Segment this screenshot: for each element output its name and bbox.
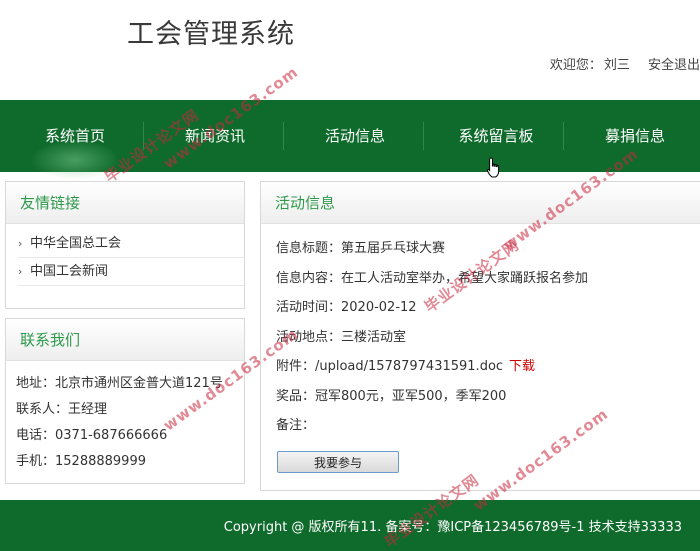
footer-copyright: Copyright @ 版权所有11. 备案号：豫ICP备123456789号-…: [223, 520, 682, 535]
download-link[interactable]: 下载: [509, 359, 535, 374]
activity-info-title: 信息标题：第五届乒乓球大赛: [276, 241, 446, 256]
welcome-label: 欢迎您：: [549, 58, 602, 73]
activity-panel-title: 活动信息: [261, 182, 700, 224]
activity-attachment-row: 附件：/upload/1578797431591.doc 下载: [276, 352, 700, 382]
nav-item-news[interactable]: 新闻资讯: [180, 100, 250, 172]
friendly-links-title: 友情链接: [6, 182, 244, 224]
contact-info: 地址：北京市通州区金普大道121号 联系人：王经理 电话：0371-687666…: [6, 361, 244, 475]
friendly-link-item[interactable]: › 中国工会新闻: [18, 258, 244, 286]
contact-person: 联系人：王经理: [16, 402, 108, 417]
activity-detail-panel: 活动信息 信息标题：第五届乒乓球大赛 信息内容：在工人活动室举办，希望大家踊跃报…: [260, 181, 700, 491]
nav-divider: [283, 122, 284, 150]
hand-cursor-icon: [486, 157, 500, 178]
contact-phone: 电话：0371-687666666: [16, 428, 168, 443]
user-bar: 欢迎您： 刘三 安全退出: [550, 54, 700, 73]
nav-item-donations[interactable]: 募捐信息: [600, 100, 670, 172]
nav-item-activities[interactable]: 活动信息: [320, 100, 390, 172]
activity-attachment: 附件：/upload/1578797431591.doc: [276, 359, 504, 374]
activity-remark: 备注：: [276, 418, 316, 433]
activity-prize: 奖品：冠军800元，亚军500，季军200: [276, 388, 507, 404]
chevron-right-icon: ›: [18, 265, 23, 278]
nav-divider: [143, 122, 144, 150]
friendly-links-panel: 友情链接 › 中华全国总工会 › 中国工会新闻: [5, 181, 245, 309]
logout-link[interactable]: 安全退出: [648, 58, 700, 73]
activity-location: 活动地点：三楼活动室: [276, 329, 407, 345]
friendly-link-item[interactable]: › 中华全国总工会: [18, 230, 244, 258]
contact-mobile: 手机：15288889999: [16, 454, 146, 469]
nav-divider: [423, 122, 424, 150]
contact-panel: 联系我们 地址：北京市通州区金普大道121号 联系人：王经理 电话：0371-6…: [5, 318, 245, 484]
site-title: 工会管理系统: [127, 19, 295, 50]
user-name[interactable]: 刘三: [604, 58, 630, 73]
contact-title: 联系我们: [6, 319, 244, 361]
activity-info-content: 信息内容：在工人活动室举办，希望大家踊跃报名参加: [276, 270, 589, 286]
footer: Copyright @ 版权所有11. 备案号：豫ICP备123456789号-…: [0, 500, 700, 551]
nav-item-home[interactable]: 系统首页: [40, 100, 110, 172]
activity-detail: 信息标题：第五届乒乓球大赛 信息内容：在工人活动室举办，希望大家踊跃报名参加 活…: [261, 224, 700, 441]
main-nav: 系统首页 新闻资讯 活动信息 系统留言板 募捐信息: [0, 100, 700, 180]
join-activity-button[interactable]: 我要参与: [277, 451, 399, 473]
activity-time: 活动时间：2020-02-12: [276, 300, 417, 315]
nav-divider: [563, 122, 564, 150]
chevron-right-icon: ›: [18, 237, 23, 250]
contact-address: 地址：北京市通州区金普大道121号: [16, 376, 223, 391]
friendly-link-label: 中华全国总工会: [30, 236, 122, 251]
friendly-link-label: 中国工会新闻: [30, 264, 109, 279]
header: 工会管理系统 欢迎您： 刘三 安全退出: [0, 0, 700, 100]
friendly-links-list: › 中华全国总工会 › 中国工会新闻: [6, 224, 244, 286]
page: 工会管理系统 欢迎您： 刘三 安全退出 系统首页 新闻资讯 活动信息 系统留言板 …: [0, 0, 700, 551]
